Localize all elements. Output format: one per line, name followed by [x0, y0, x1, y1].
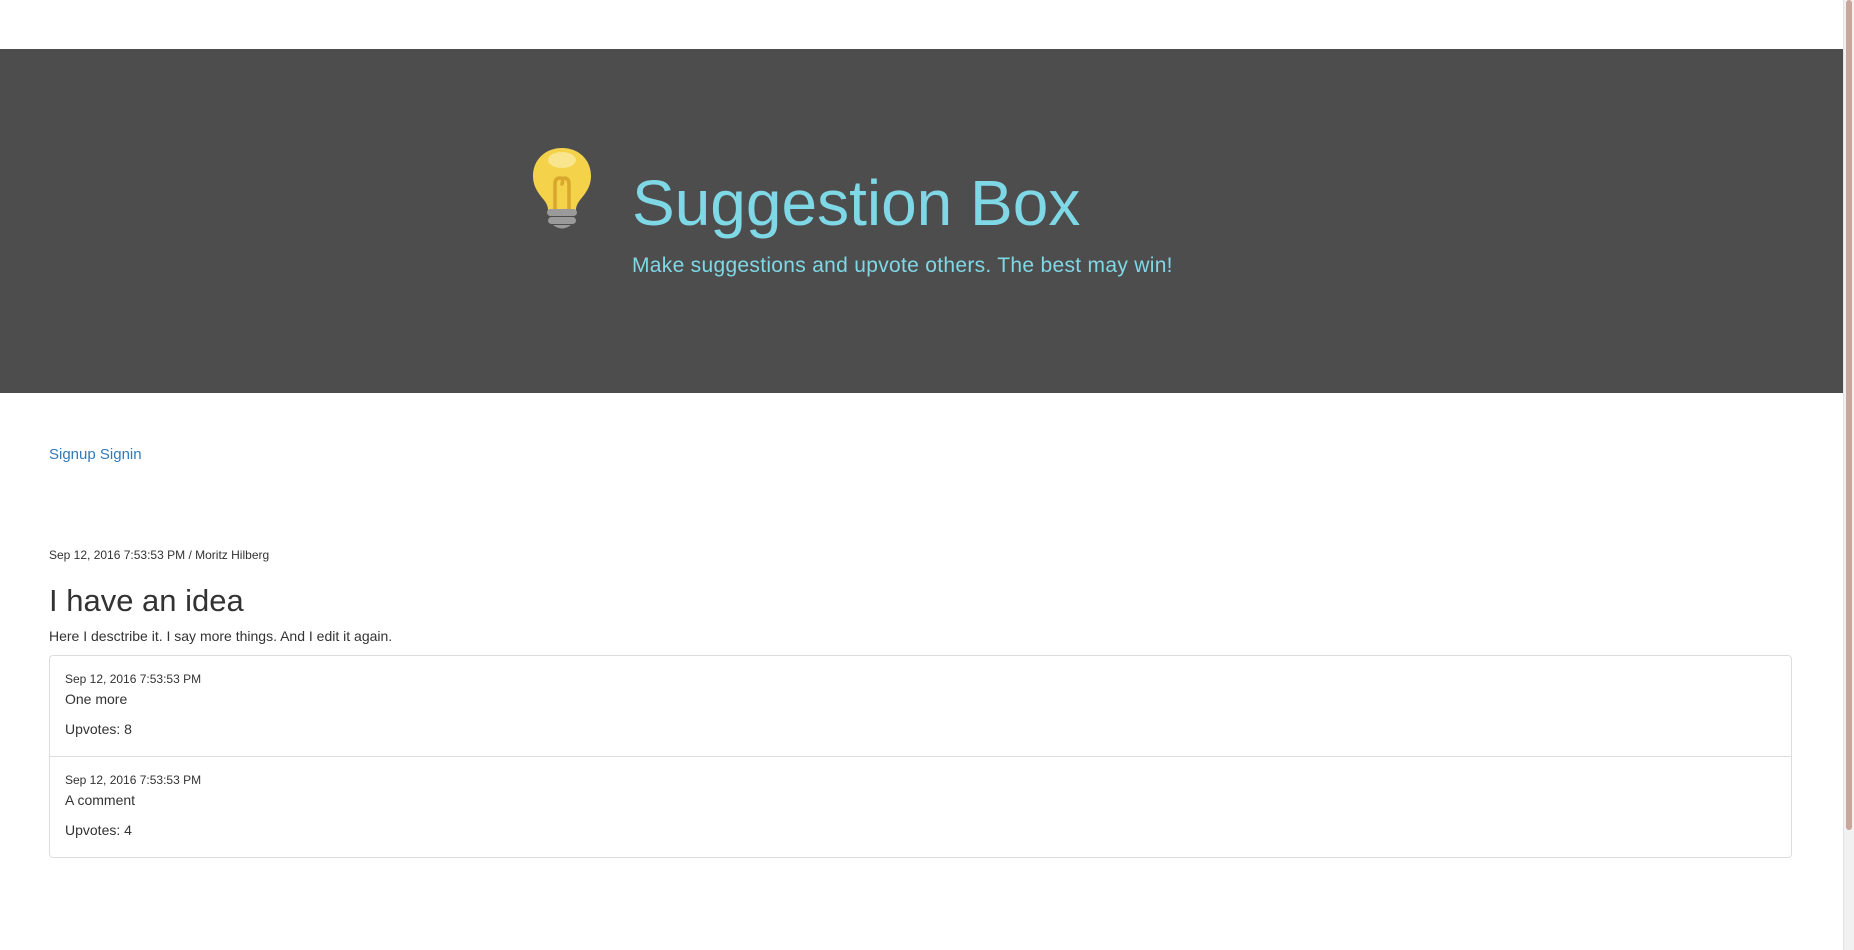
page: Suggestion Box Make suggestions and upvo… — [0, 0, 1844, 950]
comments-list: Sep 12, 2016 7:53:53 PM One more Upvotes… — [49, 655, 1792, 858]
comment-item: Sep 12, 2016 7:53:53 PM One more Upvotes… — [50, 656, 1791, 757]
lightbulb-icon — [533, 148, 591, 229]
comment-date: Sep 12, 2016 7:53:53 PM — [65, 773, 202, 787]
vertical-scrollbar[interactable] — [1843, 0, 1854, 950]
post-meta-separator: / — [188, 548, 192, 562]
app-title: Suggestion Box — [632, 167, 1081, 239]
comment-text: One more — [65, 691, 128, 707]
signup-link[interactable]: Signup — [49, 446, 96, 463]
header-banner: Suggestion Box Make suggestions and upvo… — [0, 49, 1844, 393]
post-author: Moritz Hilberg — [195, 548, 270, 562]
comment-item: Sep 12, 2016 7:53:53 PM A comment Upvote… — [50, 757, 1791, 857]
app-subtitle: Make suggestions and upvote others. The … — [632, 254, 1173, 277]
scrollbar-thumb[interactable] — [1846, 0, 1852, 830]
comment-date: Sep 12, 2016 7:53:53 PM — [65, 672, 202, 686]
comment-upvotes: Upvotes: 8 — [65, 721, 132, 737]
comment-upvotes: Upvotes: 4 — [65, 822, 132, 838]
post-date: Sep 12, 2016 7:53:53 PM — [49, 548, 186, 562]
comment-text: A comment — [65, 792, 136, 808]
signin-link[interactable]: Signin — [100, 446, 142, 463]
post-body: Here I desctribe it. I say more things. … — [49, 628, 393, 644]
auth-links: Signup Signin — [49, 446, 142, 463]
post-meta: Sep 12, 2016 7:53:53 PM / Moritz Hilberg — [49, 548, 269, 562]
post-title: I have an idea — [49, 583, 244, 618]
